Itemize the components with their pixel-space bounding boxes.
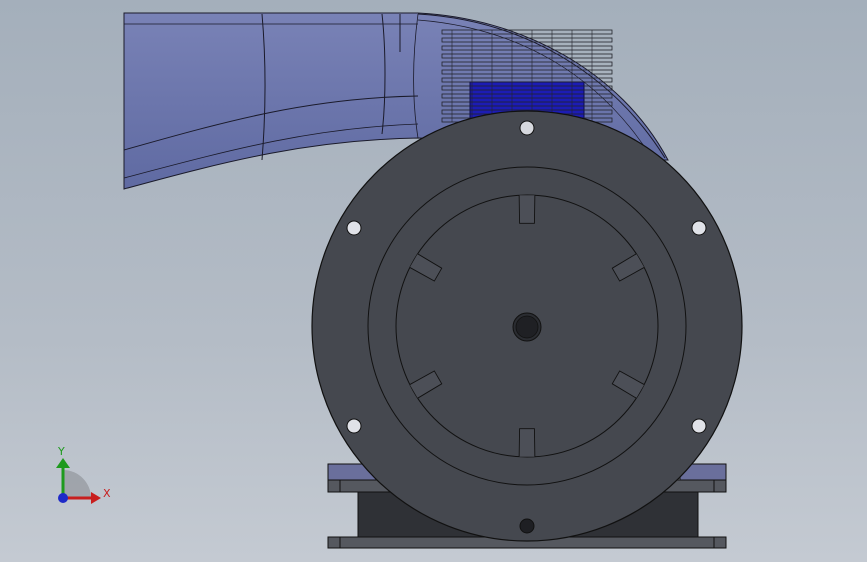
y-axis-label: Y: [57, 445, 65, 458]
z-axis-dot: [58, 493, 68, 503]
motor-shaft[interactable]: [512, 312, 542, 342]
slot-2: [518, 195, 536, 224]
bolt-hole-upper-right: [691, 220, 707, 236]
x-axis-label: X: [103, 487, 111, 500]
bolt-hole-top: [519, 120, 535, 136]
slot-5: [518, 428, 536, 457]
orientation-triad: Y X: [56, 445, 111, 504]
cad-graphics-viewport[interactable]: Y X: [0, 0, 867, 562]
model-scene[interactable]: Y X: [0, 0, 867, 562]
bolt-hole-upper-left: [346, 220, 362, 236]
bolt-hole-lower-left: [346, 418, 362, 434]
bolt-hole-lower-right: [691, 418, 707, 434]
bolt-hole-bottom: [519, 518, 535, 534]
